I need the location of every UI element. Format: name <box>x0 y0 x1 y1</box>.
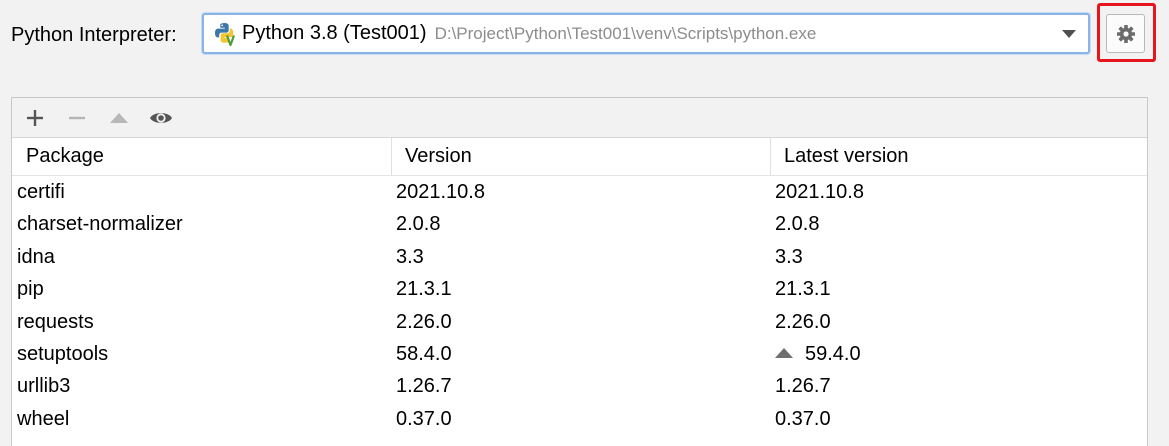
package-latest-version: 2021.10.8 <box>775 181 864 203</box>
chevron-down-icon[interactable] <box>1062 30 1076 38</box>
table-row[interactable]: charset-normalizer 2.0.8 2.0.8 <box>12 208 1147 240</box>
table-row[interactable]: setuptools 58.4.0 59.4.0 <box>12 338 1147 370</box>
package-name: idna <box>17 245 55 268</box>
minus-icon <box>69 116 85 120</box>
package-latest-version: 1.26.7 <box>775 375 831 398</box>
package-version: 2021.10.8 <box>396 181 485 203</box>
install-package-button[interactable] <box>22 105 48 131</box>
package-version: 58.4.0 <box>396 342 452 365</box>
package-name: wheel <box>17 407 70 430</box>
package-latest-version: 2.0.8 <box>775 213 820 236</box>
show-early-releases-button[interactable] <box>148 105 174 131</box>
package-version: 1.26.7 <box>396 375 452 398</box>
column-divider <box>770 138 771 175</box>
plus-icon <box>27 110 43 126</box>
package-version: 0.37.0 <box>396 407 452 430</box>
table-row[interactable]: requests 2.26.0 2.26.0 <box>12 306 1147 338</box>
package-version: 2.26.0 <box>396 310 452 333</box>
table-row[interactable]: pip 21.3.1 21.3.1 <box>12 273 1147 305</box>
package-name: requests <box>17 310 94 333</box>
package-latest-version: 3.3 <box>775 245 803 268</box>
package-name: charset-normalizer <box>17 213 183 236</box>
package-name: pip <box>17 278 44 301</box>
column-header-latest-version[interactable]: Latest version <box>784 138 909 175</box>
table-row[interactable]: urllib3 1.26.7 1.26.7 <box>12 370 1147 402</box>
table-header: Package Version Latest version <box>12 138 1147 176</box>
packages-panel: Package Version Latest version certifi 2… <box>11 97 1148 446</box>
uninstall-package-button[interactable] <box>64 105 90 131</box>
table-row[interactable]: certifi 2021.10.8 2021.10.8 <box>12 176 1147 208</box>
package-version: 2.0.8 <box>396 213 441 236</box>
packages-table-body: certifi 2021.10.8 2021.10.8 charset-norm… <box>12 176 1147 435</box>
column-header-version[interactable]: Version <box>405 138 472 175</box>
column-divider <box>391 138 392 175</box>
upgrade-package-button[interactable] <box>106 105 132 131</box>
table-row[interactable]: wheel 0.37.0 0.37.0 <box>12 403 1147 435</box>
table-row[interactable]: idna 3.3 3.3 <box>12 241 1147 273</box>
package-latest-version-cell: 59.4.0 <box>775 338 861 370</box>
package-name: setuptools <box>17 342 109 365</box>
interpreter-name: Python 3.8 (Test001) <box>242 22 427 44</box>
packages-toolbar <box>12 98 1147 138</box>
package-latest-version: 2.26.0 <box>775 310 831 333</box>
interpreter-label: Python Interpreter: <box>11 24 177 46</box>
package-latest-version: 59.4.0 <box>805 342 861 365</box>
package-version: 21.3.1 <box>396 278 452 301</box>
column-header-package[interactable]: Package <box>26 138 104 175</box>
gear-icon <box>1116 24 1135 43</box>
interpreter-settings-button[interactable] <box>1106 14 1145 53</box>
package-name: urllib3 <box>17 375 71 398</box>
upgrade-available-icon <box>775 347 793 358</box>
package-version: 3.3 <box>396 245 424 268</box>
python-venv-icon <box>215 22 236 46</box>
package-latest-version: 0.37.0 <box>775 407 831 430</box>
triangle-up-icon <box>110 113 128 123</box>
package-name: certifi <box>17 181 65 203</box>
eye-icon <box>150 113 172 123</box>
interpreter-path: D:\Project\Python\Test001\venv\Scripts\p… <box>434 23 817 43</box>
interpreter-select[interactable]: Python 3.8 (Test001) D:\Project\Python\T… <box>202 13 1090 54</box>
package-latest-version: 21.3.1 <box>775 278 831 301</box>
